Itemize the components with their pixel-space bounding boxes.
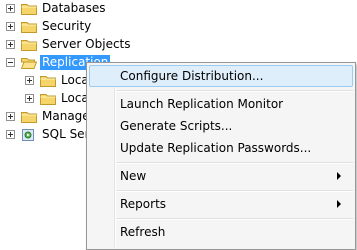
menu-item-update-replication-passwords[interactable]: Update Replication Passwords...: [89, 137, 353, 159]
context-menu: Configure Distribution... Launch Replica…: [86, 62, 356, 250]
expand-icon[interactable]: [6, 22, 15, 31]
tree-node-label: SQL Ser: [42, 127, 90, 141]
open-folder-icon: [21, 58, 37, 69]
menu-separator: [117, 218, 353, 220]
menu-separator: [117, 90, 353, 92]
tree-node-label: Server Objects: [42, 37, 131, 51]
tree-node-server-objects[interactable]: Server Objects: [0, 36, 200, 54]
object-explorer: Databases Security Server Objects Replic…: [0, 0, 357, 250]
menu-item-reports[interactable]: Reports: [89, 193, 353, 215]
tree-node-sql-server-agent[interactable]: SQL Ser: [0, 126, 90, 144]
folder-icon: [21, 112, 37, 123]
tree-node-management[interactable]: Manage: [0, 108, 90, 126]
tree-node-label: Security: [42, 19, 92, 33]
folder-icon: [21, 4, 37, 15]
menu-item-label: Refresh: [120, 225, 166, 239]
tree-node-databases[interactable]: Databases: [0, 0, 200, 18]
menu-item-launch-replication-monitor[interactable]: Launch Replication Monitor: [89, 93, 353, 115]
folder-icon: [40, 76, 56, 87]
menu-item-refresh[interactable]: Refresh: [89, 221, 353, 243]
tree-node-security[interactable]: Security: [0, 18, 200, 36]
menu-item-configure-distribution[interactable]: Configure Distribution...: [89, 65, 353, 87]
menu-item-label: Reports: [120, 197, 167, 211]
tree-node-label: Manage: [42, 109, 90, 123]
expand-icon[interactable]: [6, 4, 15, 13]
expand-icon[interactable]: [6, 130, 15, 139]
tree-node-local-subscriptions[interactable]: Loca: [0, 90, 89, 108]
menu-item-label: Update Replication Passwords...: [120, 141, 312, 155]
tree-node-local-publications[interactable]: Loca: [0, 72, 89, 90]
menu-separator: [117, 162, 353, 164]
menu-item-label: Launch Replication Monitor: [120, 97, 284, 111]
menu-item-label: New: [120, 169, 147, 183]
tree-node-label: Databases: [42, 1, 106, 15]
sql-agent-icon: [22, 129, 34, 141]
menu-item-label: Configure Distribution...: [120, 69, 264, 83]
expand-icon[interactable]: [25, 76, 34, 85]
submenu-arrow-icon: [337, 172, 341, 180]
expand-icon[interactable]: [25, 94, 34, 103]
expand-icon[interactable]: [6, 112, 15, 121]
menu-item-new[interactable]: New: [89, 165, 353, 187]
folder-icon: [21, 40, 37, 51]
submenu-arrow-icon: [337, 200, 341, 208]
menu-item-generate-scripts[interactable]: Generate Scripts...: [89, 115, 353, 137]
menu-separator: [117, 190, 353, 192]
menu-item-label: Generate Scripts...: [120, 119, 233, 133]
folder-icon: [40, 94, 56, 105]
collapse-icon[interactable]: [6, 58, 15, 67]
folder-icon: [21, 22, 37, 33]
expand-icon[interactable]: [6, 40, 15, 49]
